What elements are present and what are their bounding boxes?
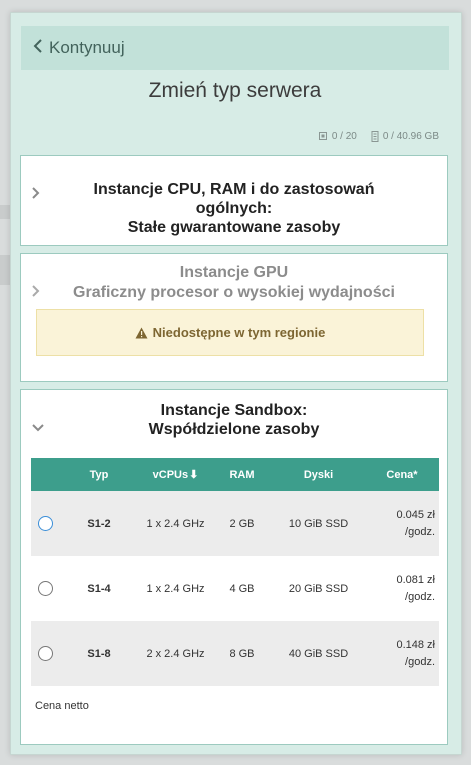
net-price-note: Cena netto xyxy=(35,700,89,712)
row-vcpus: 2 x 2.4 GHz xyxy=(139,621,212,686)
column-header-disks[interactable]: Dyski xyxy=(272,458,365,491)
column-header-price[interactable]: Cena* xyxy=(365,458,439,491)
unavailable-warning: Niedostępne w tym regionie xyxy=(36,309,424,356)
cpu-instances-card[interactable]: Instancje CPU, RAM i do zastosowań ogóln… xyxy=(20,155,448,246)
cpu-card-heading: Instancje CPU, RAM i do zastosowań ogóln… xyxy=(21,156,447,237)
sandbox-instances-card: Instancje Sandbox: Współdzielone zasoby … xyxy=(20,389,448,745)
row-disk: 40 GiB SSD xyxy=(272,621,365,686)
row-ram: 2 GB xyxy=(212,491,272,556)
column-header-vcpus[interactable]: vCPUs⬇ xyxy=(139,458,212,491)
row-price: 0.081 zł/godz. xyxy=(365,556,439,621)
price-value: 0.148 zł xyxy=(396,638,435,651)
memory-icon xyxy=(371,131,379,142)
sandbox-card-subtitle: Współdzielone zasoby xyxy=(148,421,320,438)
row-select-radio[interactable] xyxy=(37,581,53,596)
table-row[interactable]: S1-4 1 x 2.4 GHz 4 GB 20 GiB SSD 0.081 z… xyxy=(31,556,439,621)
quota-info: 0 / 20 0 / 40.96 GB xyxy=(318,131,439,142)
price-value: 0.045 zł xyxy=(396,508,435,521)
row-select-radio[interactable] xyxy=(37,516,53,531)
page-title: Zmień typ serwera xyxy=(148,79,322,102)
change-server-type-panel: Kontynuuj Zmień typ serwera 0 / 20 0 / 4… xyxy=(10,12,462,755)
row-ram: 4 GB xyxy=(212,556,272,621)
row-type: S1-4 xyxy=(59,556,139,621)
gpu-instances-card: Instancje GPU Graficzny procesor o wysok… xyxy=(20,253,448,382)
row-price: 0.148 zł/godz. xyxy=(365,621,439,686)
cpu-quota: 0 / 20 xyxy=(331,131,357,143)
row-ram: 8 GB xyxy=(212,621,272,686)
warning-text: Niedostępne w tym regionie xyxy=(152,325,326,340)
cpu-card-subtitle: Stałe gwarantowane zasoby xyxy=(127,219,341,236)
row-vcpus: 1 x 2.4 GHz xyxy=(139,491,212,556)
cpu-card-title: Instancje CPU, RAM i do zastosowań xyxy=(93,181,375,198)
column-header-type[interactable]: Typ xyxy=(59,458,139,491)
column-header-ram[interactable]: RAM xyxy=(212,458,272,491)
cpu-chip-icon xyxy=(318,131,328,142)
back-label: Kontynuuj xyxy=(49,38,125,57)
price-unit: /godz. xyxy=(405,525,435,538)
gpu-card-heading: Instancje GPU Graficzny procesor o wysok… xyxy=(21,254,447,303)
table-row[interactable]: S1-2 1 x 2.4 GHz 2 GB 10 GiB SSD 0.045 z… xyxy=(31,491,439,556)
gpu-card-title: Instancje GPU xyxy=(179,264,289,281)
vcpus-header-label: vCPUs xyxy=(152,469,189,481)
sandbox-card-title: Instancje Sandbox: xyxy=(160,402,308,419)
row-vcpus: 1 x 2.4 GHz xyxy=(139,556,212,621)
cpu-card-title-cont: ogólnych: xyxy=(195,200,273,217)
sandbox-card-heading[interactable]: Instancje Sandbox: Współdzielone zasoby xyxy=(21,390,447,439)
ram-quota: 0 / 40.96 GB xyxy=(382,131,439,143)
warning-triangle-icon xyxy=(135,327,148,339)
chevron-left-icon xyxy=(33,38,47,58)
row-select-radio[interactable] xyxy=(37,646,53,661)
price-unit: /godz. xyxy=(405,590,435,603)
price-value: 0.081 zł xyxy=(396,573,435,586)
gpu-card-subtitle: Graficzny procesor o wysokiej wydajności xyxy=(73,284,395,301)
server-types-table: Typ vCPUs⬇ RAM Dyski Cena* S1-2 1 x 2.4 … xyxy=(31,458,439,686)
row-disk: 20 GiB SSD xyxy=(272,556,365,621)
row-disk: 10 GiB SSD xyxy=(272,491,365,556)
table-row[interactable]: S1-8 2 x 2.4 GHz 8 GB 40 GiB SSD 0.148 z… xyxy=(31,621,439,686)
row-type: S1-2 xyxy=(59,491,139,556)
row-type: S1-8 xyxy=(59,621,139,686)
sort-down-icon: ⬇ xyxy=(189,469,199,481)
table-header-row: Typ vCPUs⬇ RAM Dyski Cena* xyxy=(31,458,439,491)
back-button[interactable]: Kontynuuj xyxy=(21,26,449,70)
select-header xyxy=(31,458,59,491)
price-unit: /godz. xyxy=(405,655,435,668)
row-price: 0.045 zł/godz. xyxy=(365,491,439,556)
